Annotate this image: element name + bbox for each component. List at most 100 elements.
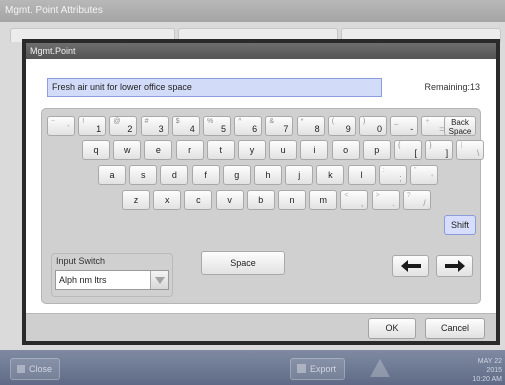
left-arrow-key[interactable] xyxy=(392,255,429,277)
mgmt-point-dialog: Mgmt.Point Fresh air unit for lower offi… xyxy=(22,39,500,345)
key[interactable]: * 8 xyxy=(296,116,325,136)
backspace-key[interactable]: Back Space xyxy=(444,116,476,136)
key[interactable]: g xyxy=(222,165,251,185)
key[interactable]: & 7 xyxy=(265,116,294,136)
key-upper-label: " xyxy=(414,167,417,174)
space-key[interactable]: Space xyxy=(201,251,285,275)
key[interactable]: (9 xyxy=(327,116,356,136)
close-button[interactable]: Close xyxy=(10,358,60,380)
ok-button[interactable]: OK xyxy=(368,318,416,339)
key[interactable]: n xyxy=(278,190,306,210)
key[interactable]: p xyxy=(362,140,391,160)
key-upper-label: } xyxy=(429,142,432,149)
dialog-footer: OK Cancel xyxy=(26,313,496,341)
key-upper-label: | xyxy=(460,142,463,149)
keyboard-panel: ~ `! 1 @2 #3 $4% 5 ^ 6 & 7 * 8(9) 0 _ - + = q w e r t y u i o p{[}]… xyxy=(41,108,485,304)
key-upper-label: ! xyxy=(82,118,85,125)
key-label: y xyxy=(249,145,255,155)
arrow-right-icon xyxy=(445,260,465,272)
right-arrow-key[interactable] xyxy=(436,255,473,277)
key-lower-label: 4 xyxy=(189,124,195,134)
text-input[interactable]: Fresh air unit for lower office space xyxy=(47,78,382,97)
key[interactable]: ? / xyxy=(402,190,431,210)
key-label: o xyxy=(343,145,349,155)
close-icon xyxy=(17,365,25,373)
key-label: r xyxy=(188,145,192,155)
key-upper-label: * xyxy=(300,118,304,125)
export-button[interactable]: Export xyxy=(290,358,345,380)
key-upper-label: ( xyxy=(331,118,335,125)
input-switch-select[interactable]: Alph nm ltrs xyxy=(55,270,169,290)
key-lower-label: 9 xyxy=(345,124,351,134)
key-upper-label: @ xyxy=(113,118,121,125)
key-label: v xyxy=(227,195,232,205)
key-upper-label: { xyxy=(398,142,401,149)
key[interactable]: k xyxy=(316,165,345,185)
key[interactable]: #3 xyxy=(140,116,169,136)
arrow-left-icon xyxy=(401,260,421,272)
key[interactable]: f xyxy=(191,165,220,185)
key-upper-label: : xyxy=(382,167,385,174)
input-switch-value: Alph nm ltrs xyxy=(59,275,107,285)
key[interactable]: j xyxy=(285,165,314,185)
key-lower-label: ' xyxy=(431,173,433,183)
key[interactable]: m xyxy=(309,190,338,210)
key-upper-label: ^ xyxy=(238,118,242,125)
key-label: t xyxy=(219,145,223,155)
key[interactable]: " ' xyxy=(410,165,438,185)
key[interactable]: ) 0 xyxy=(359,116,387,136)
key-lower-label: ; xyxy=(399,173,402,183)
key[interactable]: % 5 xyxy=(203,116,231,136)
key[interactable]: r xyxy=(175,140,204,160)
key[interactable]: i xyxy=(300,140,329,160)
export-icon xyxy=(297,364,306,373)
key[interactable]: u xyxy=(269,140,298,160)
key-upper-label: # xyxy=(144,118,149,125)
key[interactable]: q xyxy=(82,140,110,160)
key[interactable]: l xyxy=(347,165,376,185)
key[interactable]: x xyxy=(153,190,182,210)
key-label: s xyxy=(140,170,146,180)
key[interactable]: a xyxy=(98,165,126,185)
key-lower-label: ` xyxy=(67,124,70,134)
key-label: e xyxy=(155,145,161,155)
key-upper-label: & xyxy=(269,118,275,125)
key[interactable]: ~ ` xyxy=(47,116,75,136)
key-upper-label: + xyxy=(425,118,430,125)
key-label: d xyxy=(171,170,177,180)
window-title: Mgmt. Point Attributes xyxy=(0,0,505,22)
key[interactable]: z xyxy=(122,190,150,210)
key[interactable]: ! 1 xyxy=(78,116,107,136)
key[interactable]: b xyxy=(246,190,275,210)
shift-key[interactable]: Shift xyxy=(444,215,476,235)
key[interactable]: c xyxy=(184,190,213,210)
key[interactable]: d xyxy=(160,165,189,185)
key-lower-label: 6 xyxy=(252,124,258,134)
close-button-label: Close xyxy=(29,364,53,374)
key[interactable]: o xyxy=(331,140,360,160)
export-button-label: Export xyxy=(310,364,337,374)
key[interactable]: :; xyxy=(378,165,407,185)
key[interactable]: w xyxy=(113,140,142,160)
key[interactable]: h xyxy=(254,165,282,185)
key[interactable]: y xyxy=(238,140,266,160)
key[interactable]: v xyxy=(215,190,244,210)
warning-icon[interactable] xyxy=(370,359,390,377)
key-upper-label: $ xyxy=(175,118,180,125)
key[interactable]: ^ 6 xyxy=(234,116,263,136)
key[interactable]: s xyxy=(129,165,158,185)
key[interactable]: >. xyxy=(371,190,400,210)
key[interactable]: }] xyxy=(425,140,454,160)
chevron-down-icon[interactable] xyxy=(150,271,168,289)
key[interactable]: e xyxy=(144,140,173,160)
key[interactable]: $4 xyxy=(171,116,200,136)
key[interactable]: t xyxy=(206,140,235,160)
key-upper-label: ~ xyxy=(51,118,56,125)
key[interactable]: <, xyxy=(340,190,369,210)
key[interactable]: {[ xyxy=(394,140,422,160)
key-lower-label: 5 xyxy=(220,124,226,134)
key[interactable]: _ - xyxy=(390,116,419,136)
cancel-button[interactable]: Cancel xyxy=(425,318,485,339)
key[interactable]: @2 xyxy=(109,116,138,136)
key[interactable]: | \ xyxy=(456,140,485,160)
